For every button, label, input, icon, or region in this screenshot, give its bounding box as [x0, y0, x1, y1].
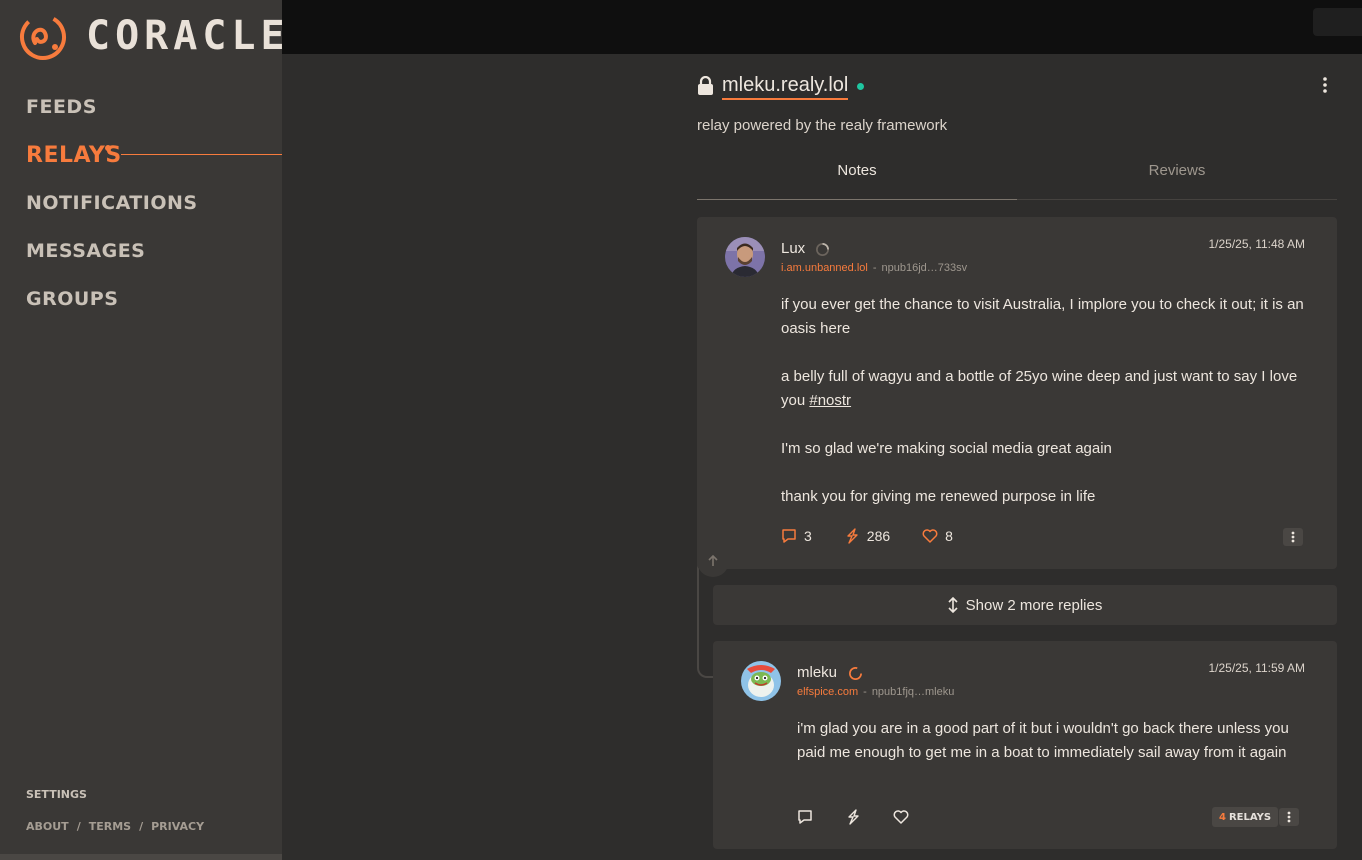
hashtag-link[interactable]: #nostr [809, 392, 851, 409]
note-paragraph-text: a belly full of wagyu and a bottle of 25… [781, 368, 1298, 409]
logo-text: CORACLE [86, 13, 290, 59]
note-card[interactable]: mleku elfspice.com - npub1fjq…mleku 1/25… [713, 641, 1337, 849]
author-npub: npub1fjq…mleku [871, 686, 955, 698]
loading-spinner-icon [849, 667, 862, 680]
reply-icon [782, 529, 796, 543]
author-name[interactable]: mleku [797, 664, 837, 681]
note-paragraph: if you ever get the chance to visit Aust… [781, 296, 1304, 337]
zap-icon [847, 528, 858, 544]
loading-spinner-icon [816, 243, 829, 256]
reply-count: 3 [804, 528, 812, 544]
privacy-link[interactable]: PRIVACY [151, 820, 204, 833]
like-count: 8 [945, 528, 953, 544]
footer-separator: / [139, 820, 144, 833]
sidebar: CORACLE FEEDS RELAYS NOTIFICATIONS MESSA… [0, 0, 294, 860]
like-button[interactable]: 8 [922, 528, 953, 544]
logo[interactable]: CORACLE [0, 0, 285, 72]
arrow-up-icon [708, 554, 718, 566]
note-actions: 3 286 8 [781, 528, 953, 544]
note-paragraph: I'm so glad we're making social media gr… [781, 440, 1112, 457]
avatar-lux-icon [725, 237, 765, 277]
author-nip05[interactable]: elfspice.com [797, 686, 858, 698]
heart-icon [922, 529, 938, 543]
tab-bar: Notes Reviews [697, 154, 1337, 200]
note-paragraph: i'm glad you are in a good part of it bu… [797, 720, 1289, 761]
scroll-to-parent-button[interactable] [697, 545, 729, 577]
author-name[interactable]: Lux [781, 240, 805, 257]
sidebar-bottom-bar [0, 854, 282, 860]
sidebar-item-notifications[interactable]: NOTIFICATIONS [26, 192, 198, 214]
relay-count: 4 [1219, 811, 1226, 823]
avatar[interactable] [725, 237, 765, 277]
expand-vertical-icon [948, 597, 958, 613]
footer-separator: / [76, 820, 81, 833]
topbar-button[interactable] [1313, 8, 1362, 36]
avatar-mleku-icon [741, 661, 781, 701]
sidebar-item-messages[interactable]: MESSAGES [26, 240, 145, 262]
tab-reviews[interactable]: Reviews [1017, 154, 1337, 200]
heart-icon [893, 810, 909, 824]
note-menu-button[interactable] [1279, 808, 1299, 826]
show-more-replies-button[interactable]: Show 2 more replies [713, 585, 1337, 625]
relay-status-dot [857, 82, 865, 90]
terms-link[interactable]: TERMS [89, 820, 131, 833]
sidebar-item-groups[interactable]: GROUPS [26, 288, 118, 310]
zap-button[interactable] [845, 809, 861, 825]
relay-url[interactable]: mleku.realy.lol [722, 73, 849, 100]
note-timestamp[interactable]: 1/25/25, 11:59 AM [1208, 661, 1305, 675]
footer-links: ABOUT / TERMS / PRIVACY [26, 820, 204, 833]
author-meta: i.am.unbanned.lol - npub16jd…733sv [781, 262, 967, 274]
active-indicator-line [121, 154, 294, 155]
more-vertical-icon [1287, 811, 1291, 823]
zap-amount: 286 [866, 528, 891, 544]
relay-description: relay powered by the realy framework [697, 117, 948, 134]
note-card[interactable]: Lux i.am.unbanned.lol - npub16jd…733sv 1… [697, 217, 1337, 569]
thread-connector [697, 560, 713, 678]
note-content: i'm glad you are in a good part of it bu… [797, 717, 1297, 765]
author-nip05[interactable]: i.am.unbanned.lol [781, 262, 868, 274]
like-button[interactable] [893, 809, 909, 825]
author-npub: npub16jd…733sv [881, 262, 968, 274]
relay-menu-icon[interactable] [1317, 76, 1333, 94]
relays-badge[interactable]: 4 RELAYS [1212, 807, 1279, 827]
note-content: if you ever get the chance to visit Aust… [781, 293, 1311, 533]
note-actions [797, 809, 909, 825]
author-meta: elfspice.com - npub1fjq…mleku [797, 686, 954, 698]
zap-icon [848, 809, 859, 825]
tab-notes[interactable]: Notes [697, 154, 1017, 200]
relay-header: mleku.realy.lol [697, 72, 865, 100]
meta-separator: - [863, 686, 867, 698]
avatar[interactable] [741, 661, 781, 701]
reply-icon [798, 810, 812, 824]
relay-count-label: RELAYS [1228, 811, 1272, 823]
note-paragraph: thank you for giving me renewed purpose … [781, 488, 1096, 505]
note-paragraph: a belly full of wagyu and a bottle of 25… [781, 365, 1311, 413]
top-bar [282, 0, 1362, 54]
settings-link[interactable]: SETTINGS [26, 788, 87, 801]
note-timestamp[interactable]: 1/25/25, 11:48 AM [1208, 237, 1305, 251]
show-more-label: Show 2 more replies [965, 596, 1103, 614]
zap-button[interactable]: 286 [844, 528, 890, 544]
more-vertical-icon [1291, 531, 1295, 543]
about-link[interactable]: ABOUT [26, 820, 69, 833]
active-indicator-dot [105, 145, 111, 151]
note-menu-button[interactable] [1283, 528, 1303, 546]
coracle-logo-icon [20, 14, 66, 60]
sidebar-item-feeds[interactable]: FEEDS [26, 96, 97, 118]
reply-button[interactable] [797, 809, 813, 825]
reply-button[interactable]: 3 [781, 528, 812, 544]
meta-separator: - [872, 262, 877, 274]
lock-icon [698, 76, 713, 95]
